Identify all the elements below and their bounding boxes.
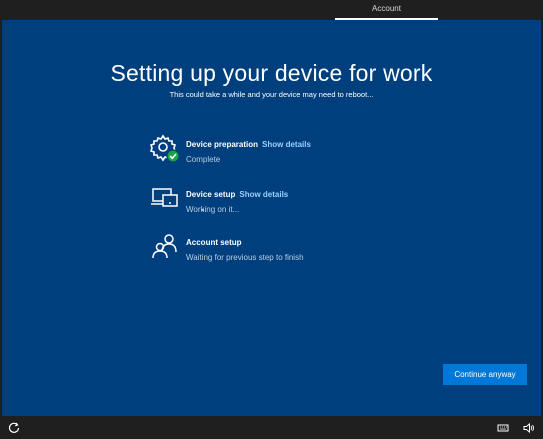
step-name: Device preparation — [186, 140, 259, 149]
continue-anyway-button[interactable]: Continue anyway — [443, 364, 527, 385]
step-status: Waiting for previous step to finish — [186, 253, 304, 262]
step-name: Account setup — [186, 238, 242, 247]
show-details-link[interactable]: Show details — [239, 190, 288, 199]
top-bar: Account — [0, 0, 543, 20]
step-device-preparation: Device preparation Show details Complete — [149, 134, 410, 168]
page-subtitle: This could take a while and your device … — [169, 90, 374, 99]
step-name: Device setup — [186, 190, 236, 199]
keyboard-icon[interactable] — [497, 421, 509, 439]
progress-indicator — [202, 209, 204, 211]
users-icon — [150, 232, 178, 262]
tab-account[interactable]: Account — [335, 0, 438, 20]
devices-icon — [150, 184, 178, 214]
bottom-taskbar — [0, 416, 543, 439]
step-status: Complete — [186, 155, 221, 164]
setup-panel: Setting up your device for work This cou… — [2, 20, 541, 416]
gear-check-icon — [149, 134, 180, 164]
ease-of-access-icon[interactable] — [8, 421, 20, 439]
show-details-link[interactable]: Show details — [262, 140, 311, 149]
step-account-setup: Account setup Waiting for previous step … — [150, 232, 410, 266]
step-device-setup: Device setup Show details Working on it..… — [150, 184, 410, 218]
page-title: Setting up your device for work — [110, 60, 433, 86]
volume-icon[interactable] — [523, 421, 535, 439]
